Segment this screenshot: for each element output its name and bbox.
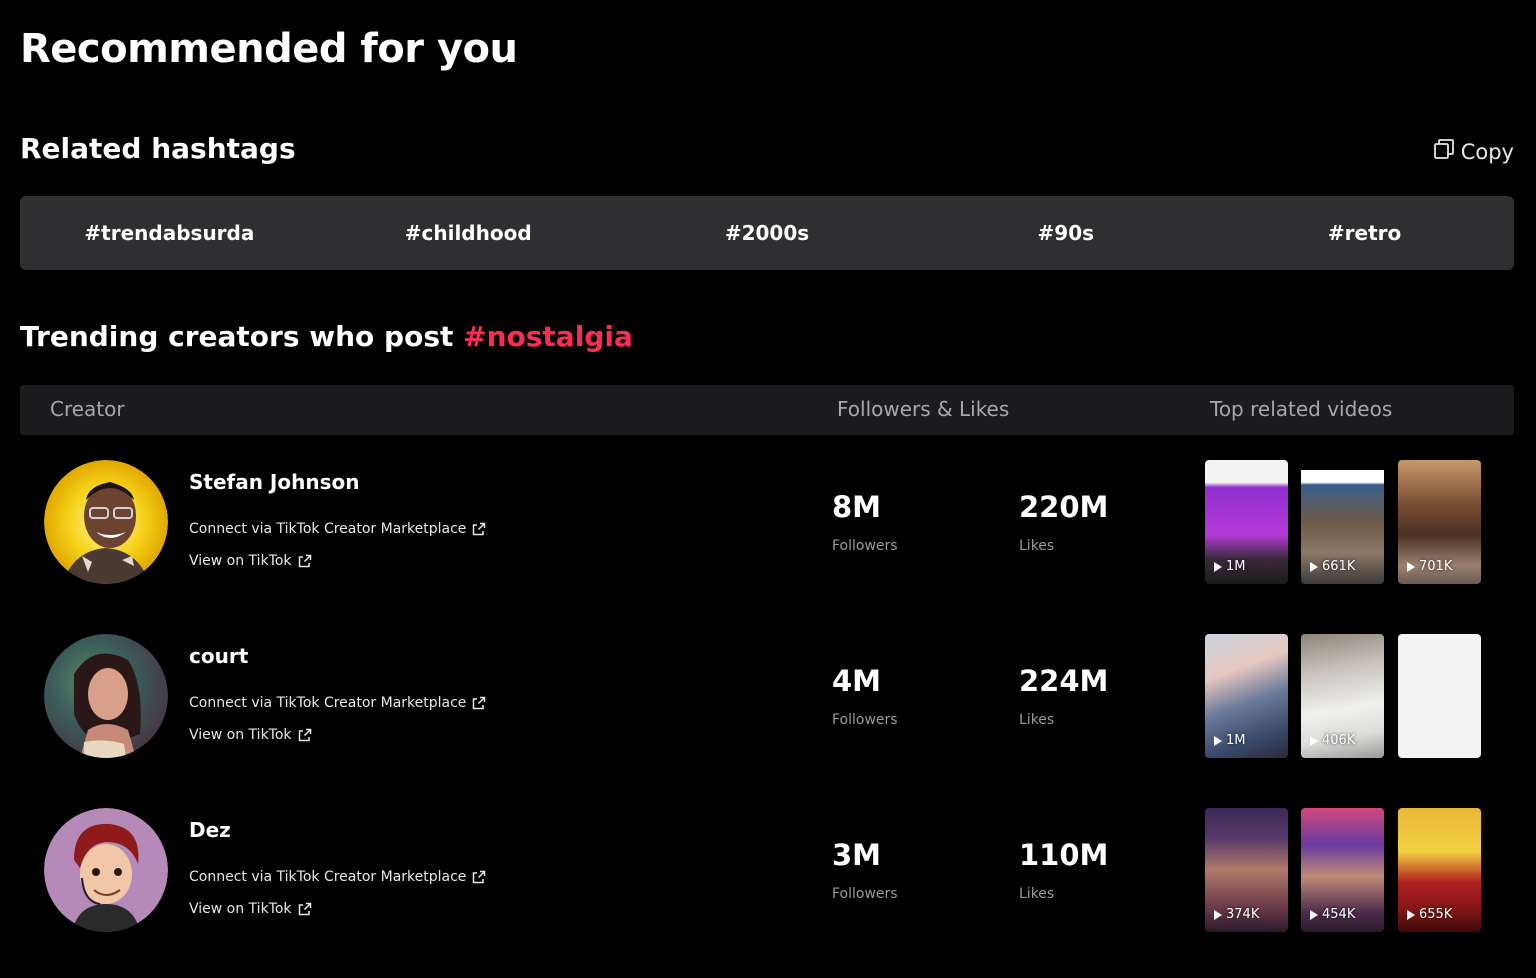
play-icon (1407, 909, 1415, 920)
play-icon (1214, 735, 1222, 746)
related-hashtags-title: Related hashtags (20, 132, 296, 165)
connect-marketplace-label: Connect via TikTok Creator Marketplace (189, 695, 467, 711)
video-views: 701K (1419, 559, 1453, 574)
column-header-creator: Creator (50, 397, 125, 421)
hashtag-90s[interactable]: #90s (916, 221, 1215, 245)
likes-label: Likes (1019, 712, 1055, 728)
hashtag-childhood[interactable]: #childhood (319, 221, 618, 245)
view-on-tiktok-label: View on TikTok (189, 901, 292, 917)
copy-button[interactable]: Copy (1433, 138, 1514, 165)
external-link-icon (472, 522, 486, 536)
followers-label: Followers (832, 886, 898, 902)
followers-count: 3M (832, 838, 882, 872)
connect-marketplace-link[interactable]: Connect via TikTok Creator Marketplace (189, 521, 486, 537)
trending-title-hashtag[interactable]: #nostalgia (463, 320, 633, 353)
play-icon (1310, 561, 1318, 572)
video-views: 661K (1322, 559, 1356, 574)
video-thumbnail[interactable] (1398, 634, 1481, 758)
video-views: 454K (1322, 907, 1356, 922)
video-views: 1M (1226, 559, 1246, 574)
video-thumbnail[interactable]: 701K (1398, 460, 1481, 584)
video-thumbnail[interactable]: 406K (1301, 634, 1384, 758)
video-views: 374K (1226, 907, 1260, 922)
likes-count: 220M (1019, 490, 1109, 524)
hashtag-bar: #trendabsurda #childhood #2000s #90s #re… (20, 196, 1514, 270)
external-link-icon (298, 902, 312, 916)
followers-count: 4M (832, 664, 882, 698)
external-link-icon (298, 728, 312, 742)
copy-label: Copy (1460, 139, 1514, 164)
creator-row: court Connect via TikTok Creator Marketp… (0, 634, 1536, 764)
creator-name[interactable]: court (189, 644, 248, 668)
video-views: 1M (1226, 733, 1246, 748)
followers-count: 8M (832, 490, 882, 524)
video-view-count: 661K (1310, 559, 1355, 574)
connect-marketplace-label: Connect via TikTok Creator Marketplace (189, 869, 467, 885)
external-link-icon (472, 696, 486, 710)
video-thumbnail[interactable]: 374K (1205, 808, 1288, 932)
view-on-tiktok-label: View on TikTok (189, 727, 292, 743)
view-on-tiktok-link[interactable]: View on TikTok (189, 727, 312, 743)
play-icon (1310, 909, 1318, 920)
external-link-icon (298, 554, 312, 568)
connect-marketplace-label: Connect via TikTok Creator Marketplace (189, 521, 467, 537)
video-view-count: 655K (1407, 907, 1452, 922)
external-link-icon (472, 870, 486, 884)
page-title: Recommended for you (20, 26, 518, 72)
likes-label: Likes (1019, 886, 1055, 902)
creator-row: Dez Connect via TikTok Creator Marketpla… (0, 808, 1536, 938)
video-thumbnail[interactable]: 454K (1301, 808, 1384, 932)
avatar[interactable] (44, 460, 168, 584)
copy-icon (1433, 138, 1455, 165)
video-thumbnail[interactable]: 655K (1398, 808, 1481, 932)
column-header-followers-likes: Followers & Likes (837, 397, 1010, 421)
column-header-top-videos: Top related videos (1210, 397, 1393, 421)
video-view-count: 374K (1214, 907, 1259, 922)
play-icon (1214, 909, 1222, 920)
video-view-count: 1M (1214, 733, 1246, 748)
video-views: 406K (1322, 733, 1356, 748)
video-view-count: 701K (1407, 559, 1452, 574)
connect-marketplace-link[interactable]: Connect via TikTok Creator Marketplace (189, 695, 486, 711)
likes-label: Likes (1019, 538, 1055, 554)
trending-title-prefix: Trending creators who post (20, 320, 464, 353)
video-thumbnail[interactable]: 661K (1301, 460, 1384, 584)
creator-name[interactable]: Stefan Johnson (189, 470, 359, 494)
likes-count: 110M (1019, 838, 1109, 872)
view-on-tiktok-link[interactable]: View on TikTok (189, 901, 312, 917)
video-view-count: 454K (1310, 907, 1355, 922)
play-icon (1310, 735, 1318, 746)
play-icon (1407, 561, 1415, 572)
connect-marketplace-link[interactable]: Connect via TikTok Creator Marketplace (189, 869, 486, 885)
followers-label: Followers (832, 712, 898, 728)
table-header: Creator Followers & Likes Top related vi… (20, 385, 1514, 435)
play-icon (1214, 561, 1222, 572)
creator-name[interactable]: Dez (189, 818, 231, 842)
hashtag-retro[interactable]: #retro (1215, 221, 1514, 245)
view-on-tiktok-link[interactable]: View on TikTok (189, 553, 312, 569)
hashtag-2000s[interactable]: #2000s (618, 221, 917, 245)
video-thumbnail[interactable]: 1M (1205, 634, 1288, 758)
video-view-count: 1M (1214, 559, 1246, 574)
avatar[interactable] (44, 634, 168, 758)
followers-label: Followers (832, 538, 898, 554)
creator-row: Stefan Johnson Connect via TikTok Creato… (0, 460, 1536, 590)
avatar[interactable] (44, 808, 168, 932)
trending-creators-title: Trending creators who post #nostalgia (20, 320, 633, 353)
video-view-count: 406K (1310, 733, 1355, 748)
video-views: 655K (1419, 907, 1453, 922)
likes-count: 224M (1019, 664, 1109, 698)
hashtag-trendabsurda[interactable]: #trendabsurda (20, 221, 319, 245)
video-thumbnail[interactable]: 1M (1205, 460, 1288, 584)
view-on-tiktok-label: View on TikTok (189, 553, 292, 569)
